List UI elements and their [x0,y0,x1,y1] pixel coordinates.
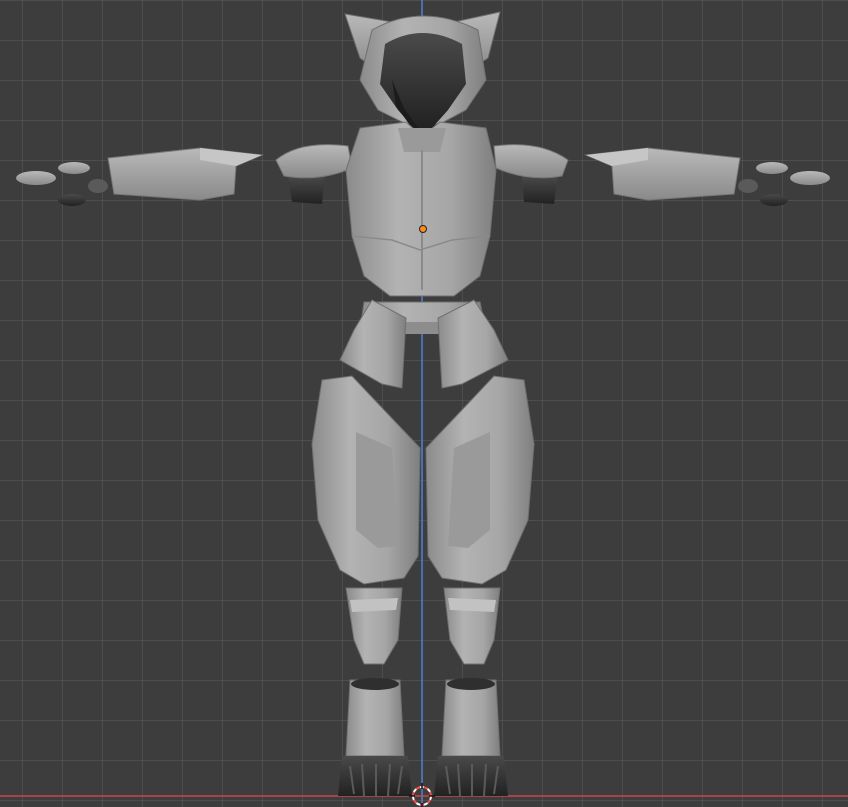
3d-viewport[interactable] [0,0,848,807]
helmet[interactable] [344,11,501,128]
upper-arm-left[interactable] [107,147,264,201]
hand-right[interactable] [738,162,830,206]
shin-left[interactable] [345,587,403,665]
thigh-right[interactable] [425,375,535,585]
boot-left[interactable] [345,678,405,757]
hip-plate-right[interactable] [437,299,509,389]
thigh-left[interactable] [311,375,421,585]
hip-plate-left[interactable] [339,299,407,389]
shoulder-left[interactable] [275,144,353,204]
foot-left[interactable] [338,756,412,797]
foot-right[interactable] [434,756,508,797]
boot-right[interactable] [441,678,501,757]
shoulder-right[interactable] [493,144,569,204]
chest-plate[interactable] [345,121,497,297]
origin-point [419,225,427,233]
hand-left[interactable] [16,162,108,206]
shin-right[interactable] [443,587,501,665]
upper-arm-right[interactable] [584,147,741,201]
model-scene[interactable] [0,0,848,807]
